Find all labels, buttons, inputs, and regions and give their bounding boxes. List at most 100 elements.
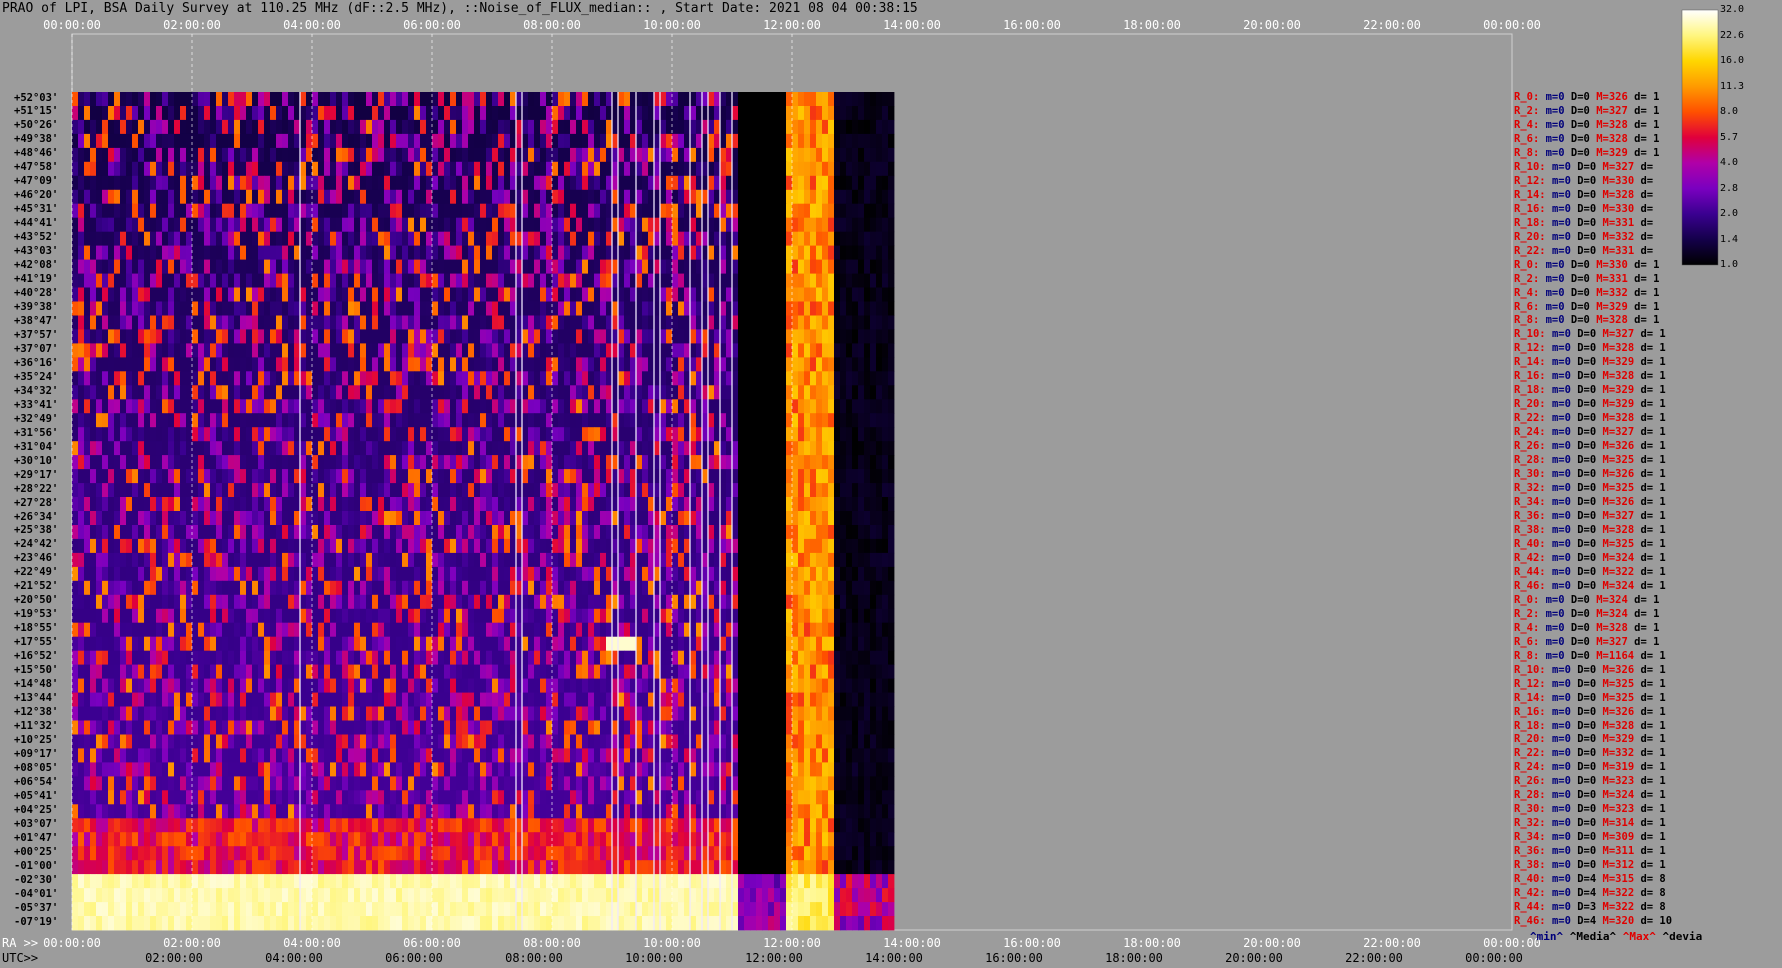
heatmap-cell <box>768 106 775 121</box>
heatmap-cell <box>816 483 823 498</box>
heatmap-cell <box>138 511 145 526</box>
heatmap-cell <box>450 441 457 456</box>
heatmap-cell <box>870 315 877 330</box>
heatmap-cell <box>114 552 121 568</box>
heatmap-cell <box>438 483 445 498</box>
heatmap-cell <box>372 92 379 107</box>
heatmap-cell <box>498 231 505 247</box>
heatmap-cell <box>432 511 439 526</box>
heatmap-cell <box>450 329 457 344</box>
heatmap-cell <box>228 371 235 386</box>
heatmap-cell <box>120 231 127 247</box>
heatmap-cell <box>306 133 313 149</box>
heatmap-cell <box>816 287 823 302</box>
heatmap-cell <box>420 217 427 233</box>
heatmap-cell <box>462 566 469 582</box>
heatmap-cell <box>864 441 871 456</box>
heatmap-cell <box>798 552 805 568</box>
heatmap-cell <box>522 538 529 554</box>
heatmap-cell <box>870 455 877 470</box>
heatmap-cell <box>402 566 409 582</box>
heatmap-cell <box>618 133 625 149</box>
heatmap-cell <box>72 343 79 358</box>
heatmap-cell <box>378 399 385 414</box>
heatmap-cell <box>450 259 457 274</box>
heatmap-cell <box>264 106 271 121</box>
heatmap-cell <box>564 399 571 414</box>
heatmap-cell <box>258 580 265 596</box>
heatmap-cell <box>576 525 583 540</box>
heatmap-cell <box>372 161 379 177</box>
heatmap-cell <box>162 329 169 344</box>
heatmap-cell <box>744 301 751 316</box>
heatmap-cell <box>468 259 475 274</box>
heatmap-cell <box>288 189 295 205</box>
heatmap-cell <box>744 469 751 484</box>
heatmap-cell <box>864 525 871 540</box>
heatmap-cell <box>792 385 799 400</box>
heatmap-cell <box>624 385 631 400</box>
heatmap-cell <box>780 106 787 121</box>
heatmap-cell <box>834 259 841 274</box>
heatmap-cell <box>378 231 385 247</box>
heatmap-cell <box>192 92 199 107</box>
heatmap-cell <box>72 259 79 274</box>
heatmap-cell <box>846 413 853 428</box>
heatmap-cell <box>756 161 763 177</box>
heatmap-cell <box>414 245 421 260</box>
heatmap-cell <box>552 343 559 358</box>
heatmap-cell <box>186 315 193 330</box>
heatmap-cell <box>504 455 511 470</box>
heatmap-cell <box>486 469 493 484</box>
heatmap-cell <box>708 287 715 302</box>
heatmap-cell <box>558 343 565 358</box>
heatmap-cell <box>552 161 559 177</box>
heatmap-cell <box>660 217 667 233</box>
heatmap-cell <box>282 119 289 135</box>
heatmap-cell <box>240 92 247 107</box>
heatmap-cell <box>264 371 271 386</box>
heatmap-cell <box>84 399 91 414</box>
heatmap-cell <box>792 231 799 247</box>
heatmap-cell <box>870 175 877 191</box>
heatmap-cell <box>276 92 283 107</box>
heatmap-cell <box>840 469 847 484</box>
heatmap-cell <box>786 106 793 121</box>
heatmap-cell <box>372 329 379 344</box>
heatmap-cell <box>822 273 829 288</box>
heatmap-cell <box>810 580 817 596</box>
heatmap-cell <box>840 175 847 191</box>
heatmap-cell <box>552 427 559 442</box>
heatmap-cell <box>144 552 151 568</box>
heatmap-cell <box>666 106 673 121</box>
heatmap-cell <box>540 203 547 219</box>
heatmap-cell <box>708 483 715 498</box>
heatmap-cell <box>480 385 487 400</box>
heatmap-cell <box>762 371 769 386</box>
heatmap-cell <box>312 133 319 149</box>
heatmap-cell <box>360 301 367 316</box>
heatmap-cell <box>174 399 181 414</box>
heatmap-cell <box>618 580 625 596</box>
heatmap-cell <box>582 273 589 288</box>
heatmap-cell <box>480 161 487 177</box>
heatmap-cell <box>744 231 751 247</box>
heatmap-cell <box>360 580 367 596</box>
heatmap-cell <box>456 580 463 596</box>
heatmap-cell <box>498 175 505 191</box>
heatmap-cell <box>396 217 403 233</box>
heatmap-cell <box>240 245 247 260</box>
heatmap-cell <box>366 217 373 233</box>
heatmap-cell <box>312 106 319 121</box>
heatmap-cell <box>72 441 79 456</box>
heatmap-cell <box>672 413 679 428</box>
heatmap-cell <box>330 413 337 428</box>
heatmap-cell <box>330 525 337 540</box>
heatmap-cell <box>720 259 727 274</box>
heatmap-cell <box>816 427 823 442</box>
heatmap-cell <box>426 301 433 316</box>
heatmap-cell <box>162 413 169 428</box>
heatmap-cell <box>390 315 397 330</box>
heatmap-cell <box>174 329 181 344</box>
heatmap-cell <box>618 147 625 163</box>
